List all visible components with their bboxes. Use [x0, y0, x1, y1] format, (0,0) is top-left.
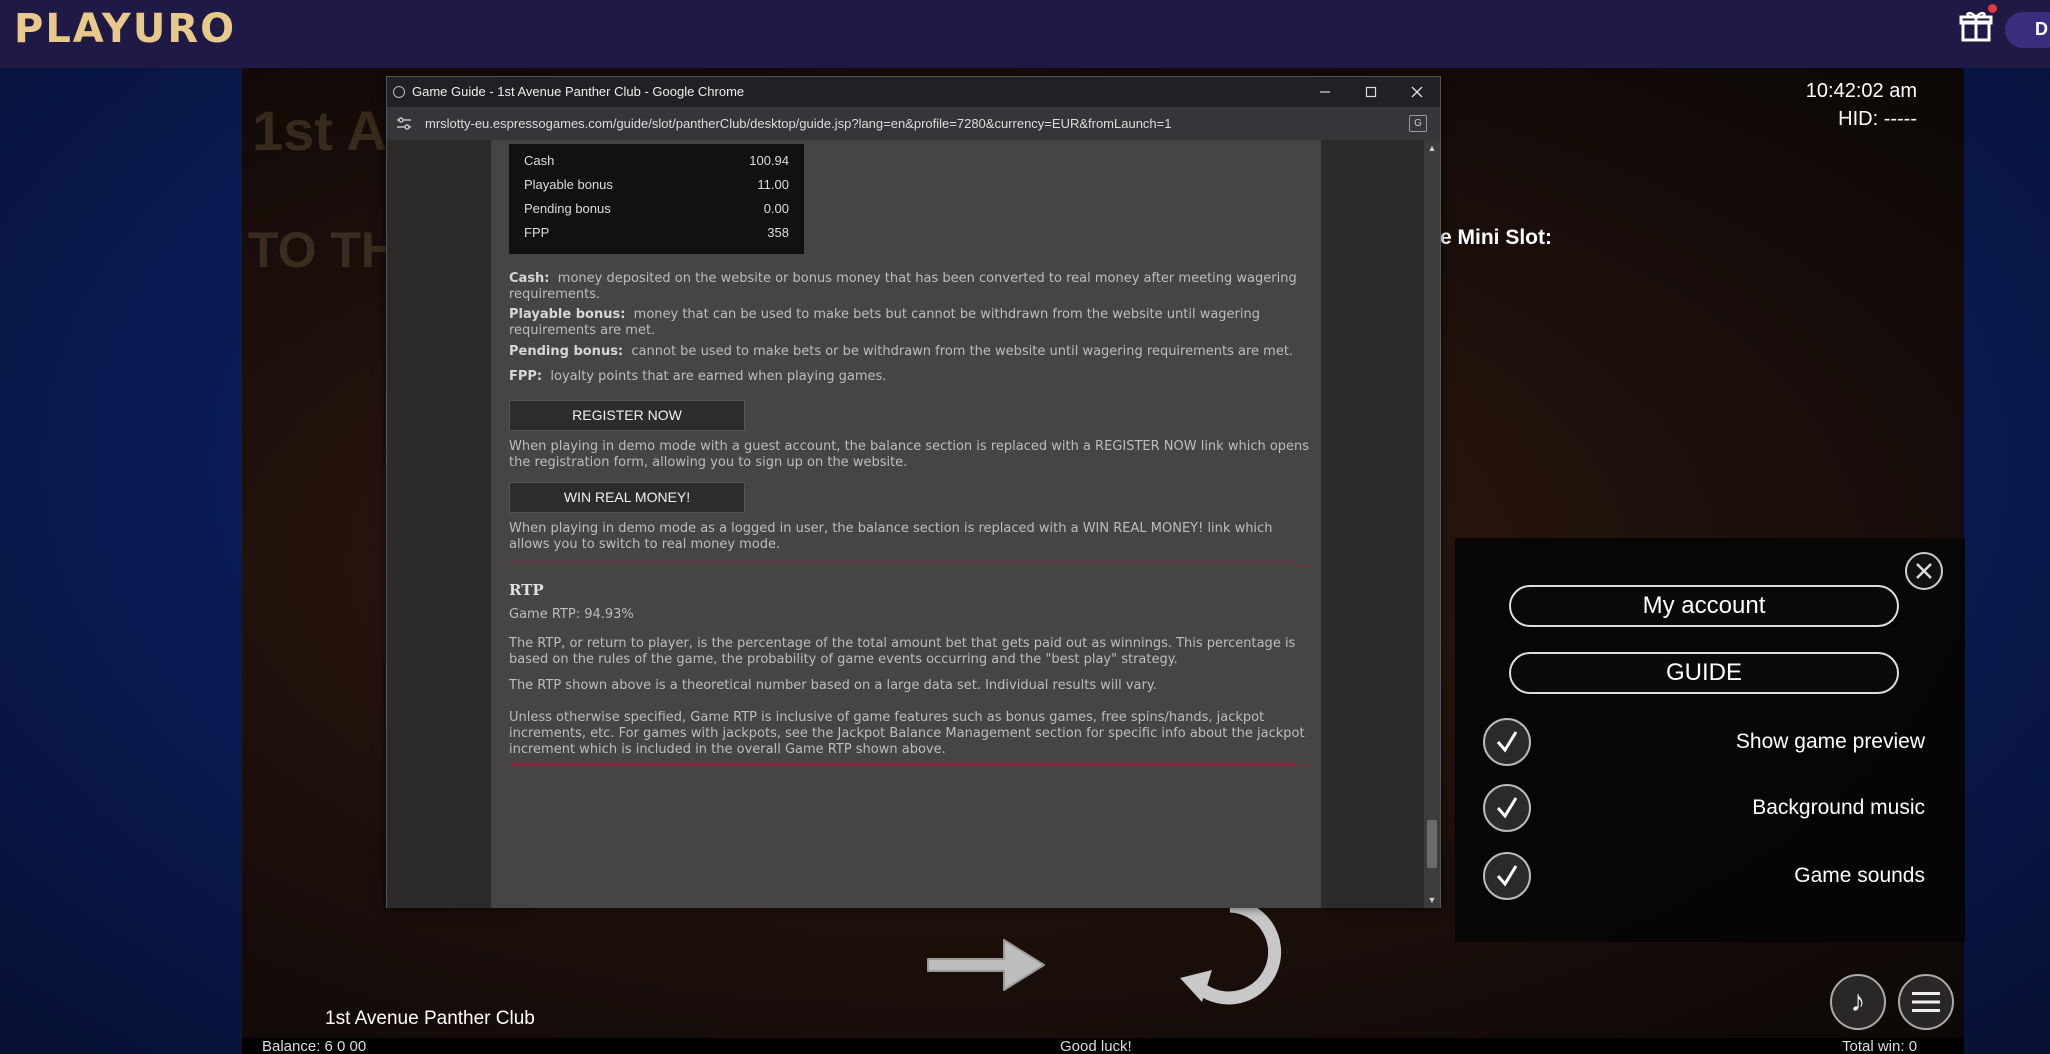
music-note-button[interactable]: ♪ — [1830, 974, 1886, 1030]
rtp-paragraph: The RTP, or return to player, is the per… — [509, 636, 1296, 667]
background-music-label: Background music — [1752, 796, 1925, 819]
minimize-button[interactable] — [1302, 77, 1348, 107]
address-bar[interactable]: mrslotty-eu.espressogames.com/guide/slot… — [387, 107, 1440, 140]
minimize-icon — [1320, 91, 1330, 93]
table-row: Pending bonus 0.00 — [524, 198, 789, 222]
definition-text: cannot be used to make bets or be withdr… — [631, 344, 1294, 359]
close-icon — [1411, 86, 1423, 98]
gift-icon[interactable] — [1958, 8, 1994, 44]
window-close-button[interactable] — [1394, 77, 1440, 107]
scrollbar-thumb[interactable] — [1427, 820, 1437, 868]
balance-value: 0.00 — [763, 201, 789, 216]
game-bg-sign: 1st A — [252, 99, 387, 162]
cash-definition: Cash: money deposited on the website or … — [509, 271, 1311, 303]
guide-page-viewport[interactable]: Cash 100.94 Playable bonus 11.00 Pending… — [387, 140, 1440, 908]
section-divider — [509, 764, 1309, 765]
playable-bonus-definition: Playable bonus: money that can be used t… — [509, 307, 1311, 339]
globe-icon — [393, 86, 405, 98]
definition-term: Pending bonus: — [509, 344, 624, 359]
balance-label: Cash — [524, 153, 555, 168]
spin-icon[interactable] — [1172, 898, 1282, 1008]
scroll-down-icon[interactable]: ▼ — [1424, 892, 1440, 908]
my-account-button[interactable]: My account — [1509, 585, 1899, 627]
show-game-preview-label: Show game preview — [1735, 730, 1925, 753]
guide-button[interactable]: GUIDE — [1509, 652, 1899, 694]
game-sounds-label: Game sounds — [1794, 864, 1925, 887]
total-win-readout: Total win: 0 — [1842, 1038, 1918, 1054]
balance-value: 11.00 — [757, 177, 789, 192]
game-clock: 10:42:02 am — [1805, 80, 1917, 102]
deposit-button[interactable]: D — [2005, 12, 2050, 48]
rtp-heading: RTP — [509, 581, 544, 599]
site-settings-icon[interactable] — [397, 117, 411, 130]
maximize-icon — [1365, 86, 1377, 98]
balance-label: Pending bonus — [524, 201, 611, 216]
balance-readout: Balance: 6 0 00 — [262, 1038, 367, 1054]
notification-dot — [1988, 4, 1997, 13]
table-row: FPP 358 — [524, 222, 789, 246]
show-game-preview-toggle[interactable]: Show game preview — [1483, 718, 1925, 766]
balance-value: 100.94 — [749, 153, 789, 168]
window-title: Game Guide - 1st Avenue Panther Club - G… — [412, 84, 745, 99]
scroll-up-icon[interactable]: ▲ — [1424, 140, 1440, 156]
window-titlebar[interactable]: Game Guide - 1st Avenue Panther Club - G… — [387, 77, 1440, 107]
balance-table: Cash 100.94 Playable bonus 11.00 Pending… — [509, 144, 804, 254]
balance-label: Playable bonus — [524, 177, 613, 192]
win-description: When playing in demo mode as a logged in… — [509, 521, 1273, 552]
hamburger-icon — [1912, 992, 1940, 1012]
close-icon — [1916, 563, 1932, 579]
translate-icon[interactable]: G — [1409, 115, 1427, 132]
guide-popup-window: Game Guide - 1st Avenue Panther Club - G… — [386, 76, 1441, 908]
pending-bonus-definition: Pending bonus: cannot be used to make be… — [509, 344, 1311, 360]
table-row: Cash 100.94 — [524, 150, 789, 174]
win-real-money-button[interactable]: WIN REAL MONEY! — [509, 482, 745, 513]
balance-label: FPP — [524, 225, 550, 240]
vertical-scrollbar[interactable]: ▲ ▼ — [1424, 140, 1440, 908]
rtp-paragraph: The RTP shown above is a theoretical num… — [509, 678, 1157, 693]
definition-text: loyalty points that are earned when play… — [550, 369, 887, 384]
fpp-definition: FPP: loyalty points that are earned when… — [509, 369, 1311, 385]
balance-value: 358 — [767, 225, 789, 240]
hid-label: HID: ----- — [1838, 108, 1917, 130]
checkmark-icon[interactable] — [1483, 852, 1531, 900]
section-divider — [509, 565, 1309, 566]
guide-content: Cash 100.94 Playable bonus 11.00 Pending… — [491, 140, 1321, 908]
music-note-icon: ♪ — [1850, 985, 1866, 1018]
definition-text: money deposited on the website or bonus … — [509, 271, 1297, 302]
game-title: 1st Avenue Panther Club — [325, 1008, 535, 1029]
checkmark-icon[interactable] — [1483, 718, 1531, 766]
maximize-button[interactable] — [1348, 77, 1394, 107]
register-now-button[interactable]: REGISTER NOW — [509, 400, 745, 431]
definition-term: Cash: — [509, 271, 550, 286]
url-text[interactable]: mrslotty-eu.espressogames.com/guide/slot… — [425, 116, 1171, 131]
settings-close-button[interactable] — [1905, 552, 1943, 590]
table-row: Playable bonus 11.00 — [524, 174, 789, 198]
definition-term: FPP: — [509, 369, 543, 384]
background-music-toggle[interactable]: Background music — [1483, 784, 1925, 832]
checkmark-icon[interactable] — [1483, 784, 1531, 832]
site-logo[interactable]: PLAYURO — [14, 6, 236, 52]
definition-term: Playable bonus: — [509, 307, 626, 322]
arrow-right-icon[interactable] — [920, 930, 1050, 1000]
mini-slot-label: e Mini Slot: — [1440, 226, 1552, 249]
rtp-value: Game RTP: 94.93% — [509, 607, 634, 622]
site-header: PLAYURO D — [0, 0, 2050, 68]
game-status-bar: Balance: 6 0 00 Good luck! Total win: 0 — [242, 1038, 1964, 1054]
game-sounds-toggle[interactable]: Game sounds — [1483, 852, 1925, 900]
rtp-paragraph: Unless otherwise specified, Game RTP is … — [509, 710, 1305, 757]
register-description: When playing in demo mode with a guest a… — [509, 439, 1310, 470]
status-message: Good luck! — [1060, 1038, 1132, 1054]
menu-button[interactable] — [1898, 974, 1954, 1030]
